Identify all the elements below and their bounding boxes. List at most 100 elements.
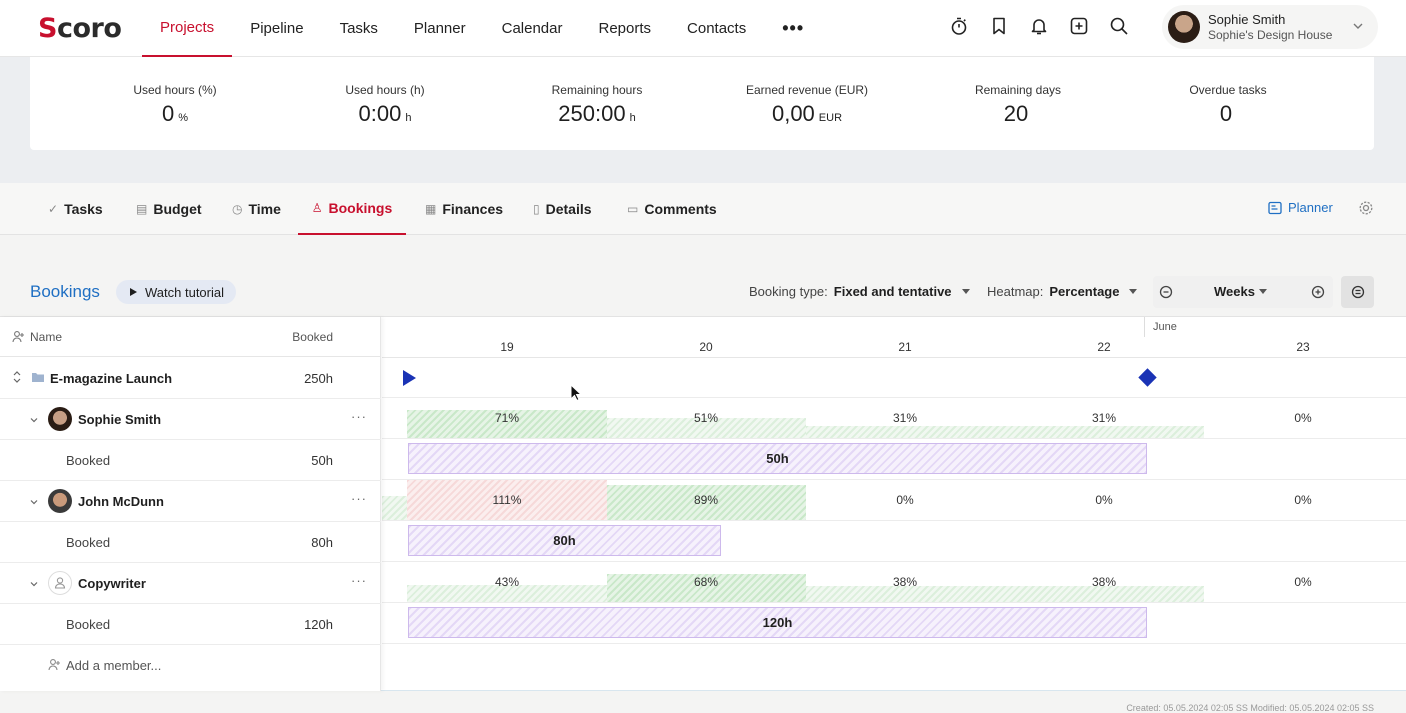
heat-cell[interactable] [382, 496, 407, 520]
nav-planner[interactable]: Planner [396, 0, 484, 57]
project-stats-card: Used hours (%) 0% Used hours (h) 0:00 h R… [30, 57, 1374, 150]
booked-label: Booked [66, 453, 111, 468]
stat-remaining-hours: Remaining hours 250:00 h [497, 57, 697, 127]
week-label: 19 [500, 340, 514, 354]
booked-label: Booked [66, 535, 111, 550]
zoom-in-icon[interactable] [1310, 284, 1326, 305]
mouse-cursor-icon [570, 383, 583, 407]
stat-earned-revenue: Earned revenue (EUR) 0,00 EUR [707, 57, 907, 127]
project-hours: 250h [304, 371, 333, 386]
watch-tutorial-button[interactable]: Watch tutorial [116, 280, 236, 304]
stat-value: 0 [1219, 101, 1233, 126]
avatar [1168, 11, 1200, 43]
period-select[interactable]: Weeks [1214, 284, 1267, 299]
project-name: E-magazine Launch [50, 371, 173, 386]
stat-label: Remaining days [974, 83, 1062, 97]
gear-icon[interactable] [1358, 200, 1374, 221]
stat-remaining-days: Remaining days 20 [918, 57, 1118, 127]
bell-icon[interactable] [1028, 15, 1050, 37]
more-options-button[interactable]: ··· [351, 409, 367, 424]
booked-hours: 80h [311, 535, 333, 550]
scoro-logo[interactable]: Scoro [38, 13, 122, 44]
booking-bar[interactable]: 120h [408, 607, 1147, 638]
user-menu[interactable]: Sophie Smith Sophie's Design House [1162, 5, 1378, 49]
role-avatar [48, 571, 72, 595]
nav-projects[interactable]: Projects [142, 0, 233, 57]
zoom-out-icon[interactable] [1158, 284, 1174, 305]
heat-cell[interactable] [806, 426, 1204, 438]
month-label: June [1153, 321, 1177, 333]
percentage-label: 0% [896, 493, 914, 507]
grid-header: Name Booked [0, 317, 381, 357]
member-name: Sophie Smith [78, 412, 162, 427]
add-member-row[interactable]: Add a member... [0, 645, 381, 686]
booking-bar[interactable]: 50h [408, 443, 1147, 474]
nav-pipeline[interactable]: Pipeline [232, 0, 321, 57]
tab-bookings[interactable]: ♙ Bookings [298, 183, 406, 235]
week-label: 20 [699, 340, 713, 354]
week-label: 21 [898, 340, 912, 354]
stat-value: 0,00 EUR [771, 101, 843, 126]
stat-used-hours-pct: Used hours (%) 0% [75, 57, 275, 127]
footer-meta: Created: 05.05.2024 02:05 SS Modified: 0… [1126, 703, 1374, 713]
percentage-label: 71% [494, 411, 520, 425]
member-row-john-mcdunn[interactable]: John McDunn ··· [0, 481, 381, 522]
percentage-label: 111% [492, 493, 522, 507]
heatmap-row-sophie-smith: 71% 51% 31% 31% 0% [382, 398, 1406, 439]
percentage-label: 38% [892, 575, 918, 589]
stat-label: Remaining hours [551, 83, 643, 97]
nav-contacts[interactable]: Contacts [669, 0, 764, 57]
stat-value: 0:00 h [358, 101, 412, 126]
percentage-label: 31% [892, 411, 918, 425]
footer: Created: 05.05.2024 02:05 SS Modified: 0… [0, 690, 1406, 713]
tab-finances[interactable]: ▦ Finances [425, 183, 503, 235]
clock-icon: ◷ [232, 202, 243, 216]
more-options-button[interactable]: ··· [351, 573, 367, 588]
stopwatch-icon[interactable] [948, 15, 970, 37]
tab-comments[interactable]: ▭ Comments [627, 183, 717, 235]
bookmark-icon[interactable] [988, 15, 1010, 37]
heatmap-select[interactable]: Heatmap: Percentage [987, 284, 1138, 299]
chevron-down-icon[interactable] [29, 413, 39, 428]
column-booked-header[interactable]: Booked [292, 330, 333, 344]
tab-details[interactable]: ▯ Details [533, 183, 592, 235]
stat-overdue-tasks: Overdue tasks 0 [1128, 57, 1328, 127]
project-row[interactable]: E-magazine Launch 250h [0, 358, 381, 399]
stat-label: Earned revenue (EUR) [745, 83, 869, 97]
tab-budget[interactable]: ▤ Budget [136, 183, 202, 235]
zoom-fit-button[interactable] [1341, 276, 1374, 308]
member-row-copywriter[interactable]: Copywriter ··· [0, 563, 381, 604]
booked-hours: 50h [311, 453, 333, 468]
chevron-down-icon[interactable] [29, 577, 39, 592]
top-navigation-bar: Scoro Projects Pipeline Tasks Planner Ca… [0, 0, 1406, 57]
chevron-down-icon[interactable] [29, 495, 39, 510]
percentage-label: 0% [1294, 411, 1312, 425]
member-row-sophie-smith[interactable]: Sophie Smith ··· [0, 399, 381, 440]
expand-collapse-icon[interactable] [12, 370, 22, 387]
percentage-label: 0% [1095, 493, 1113, 507]
person-icon: ♙ [311, 201, 323, 215]
nav-reports[interactable]: Reports [580, 0, 669, 57]
nav-more-button[interactable]: ••• [764, 0, 822, 57]
add-icon[interactable] [1068, 15, 1090, 37]
heat-cell[interactable] [806, 586, 1204, 602]
booking-row-sophie-smith: 50h [382, 439, 1406, 480]
booking-row-copywriter: 120h [382, 603, 1406, 644]
chevron-down-icon [1352, 19, 1364, 37]
tab-time[interactable]: ◷ Time [232, 183, 281, 235]
percentage-label: 68% [693, 575, 719, 589]
percentage-label: 89% [693, 493, 719, 507]
stat-label: Used hours (%) [133, 83, 217, 97]
search-icon[interactable] [1108, 15, 1130, 37]
stat-value: 20 [1003, 101, 1029, 126]
planner-link[interactable]: Planner [1268, 200, 1333, 215]
nav-tasks[interactable]: Tasks [322, 0, 396, 57]
member-name: Copywriter [78, 576, 146, 591]
add-member-link[interactable]: Add a member... [66, 658, 161, 673]
booking-bar[interactable]: 80h [408, 525, 721, 556]
booking-type-select[interactable]: Booking type: Fixed and tentative [749, 284, 970, 299]
nav-calendar[interactable]: Calendar [484, 0, 581, 57]
tab-tasks[interactable]: ✓ Tasks [48, 183, 103, 235]
more-options-button[interactable]: ··· [351, 491, 367, 506]
column-name-header[interactable]: Name [30, 330, 62, 344]
